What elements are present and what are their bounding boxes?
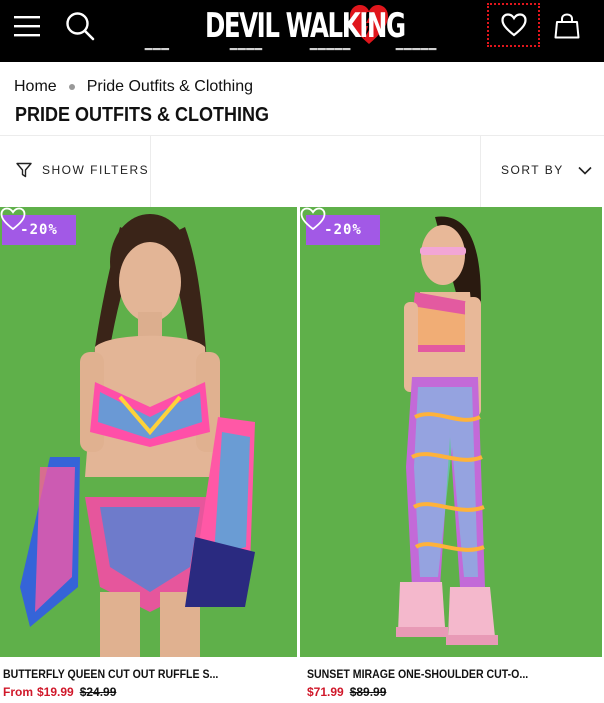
price-prefix: From <box>3 685 33 699</box>
shopping-bag-icon <box>554 13 580 39</box>
site-logo[interactable]: DEVIL WALKING <box>205 2 406 50</box>
add-to-wishlist-heart-icon[interactable] <box>300 207 326 231</box>
heart-outline-icon <box>500 13 527 37</box>
breadcrumb-current: Pride Outfits & Clothing <box>86 78 253 95</box>
nav-peek-2: ━━━━ <box>230 48 263 56</box>
breadcrumb-home-link[interactable]: Home <box>14 78 57 96</box>
product-image[interactable]: -20% <box>300 207 602 657</box>
chevron-down-icon <box>578 166 592 175</box>
filter-bar: SHOW FILTERS SORT BY <box>0 135 604 208</box>
wishlist-button[interactable] <box>487 3 540 47</box>
breadcrumb: Home Pride Outfits & Clothing <box>14 78 253 96</box>
menu-button[interactable] <box>6 6 50 46</box>
logo-text: DEVIL WALKING <box>205 6 406 46</box>
product-name[interactable]: SUNSET MIRAGE ONE-SHOULDER CUT-O... <box>307 667 528 681</box>
model-photo-illustration <box>0 207 297 657</box>
search-icon <box>66 12 95 41</box>
nav-peek-1: ━━━ <box>145 48 170 56</box>
show-filters-label: SHOW FILTERS <box>42 163 150 177</box>
sale-price: $19.99 <box>37 685 74 699</box>
hamburger-menu-icon <box>14 16 40 37</box>
sort-by-dropdown[interactable]: SORT BY <box>501 163 592 177</box>
product-name[interactable]: BUTTERFLY QUEEN CUT OUT RUFFLE S... <box>3 667 218 681</box>
breadcrumb-separator <box>68 84 75 90</box>
product-card: -20% BUTTERFLY QUEEN CUT OUT RUFFLE S...… <box>0 207 297 699</box>
product-card: -20% SUNSET MIRAGE ONE-SHOULDER CUT-O...… <box>300 207 602 699</box>
sort-by-label: SORT BY <box>501 163 564 177</box>
page-title: PRIDE OUTFITS & CLOTHING <box>15 104 269 126</box>
original-price: $89.99 <box>349 685 387 699</box>
product-image[interactable]: -20% <box>0 207 297 657</box>
filter-funnel-icon <box>16 162 32 178</box>
cart-button[interactable] <box>545 6 589 46</box>
filter-divider-right <box>480 136 481 208</box>
original-price: $24.99 <box>79 685 117 699</box>
nav-peek-4: ━━━━━ <box>396 48 438 56</box>
price-row: $71.99 $89.99 <box>307 685 386 699</box>
filter-divider <box>150 136 151 208</box>
nav-peek-3: ━━━━━ <box>310 48 352 56</box>
show-filters-button[interactable]: SHOW FILTERS <box>16 162 149 178</box>
price-row: From $19.99 $24.99 <box>3 685 116 699</box>
category-nav-strip: ━━━ ━━━━ ━━━━━ ━━━━━ <box>0 48 604 62</box>
sale-price: $71.99 <box>307 685 344 699</box>
model-photo-illustration <box>300 207 602 657</box>
search-button[interactable] <box>58 6 102 46</box>
add-to-wishlist-heart-icon[interactable] <box>0 207 26 231</box>
